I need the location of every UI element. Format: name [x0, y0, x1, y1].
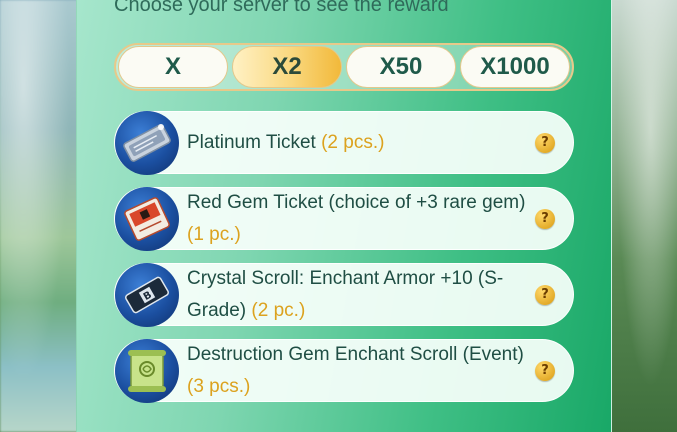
- reward-quantity: (2 pcs.): [321, 131, 385, 153]
- reward-name: Platinum Ticket: [187, 131, 316, 153]
- platinum-ticket-icon: [115, 111, 179, 175]
- reward-name: Destruction Gem Enchant Scroll (Event): [187, 343, 524, 365]
- tab-x1000[interactable]: X1000: [460, 46, 570, 88]
- help-icon[interactable]: ?: [535, 132, 555, 153]
- crystal-scroll-icon: B: [115, 263, 179, 327]
- reward-list: Platinum Ticket (2 pcs.) ? Red Gem Ticke…: [114, 111, 574, 415]
- reward-name: Crystal Scroll: Enchant Armor +10 (S-Gra…: [187, 267, 504, 321]
- enchant-scroll-icon: [115, 339, 179, 403]
- reward-item-crystal-scroll: B Crystal Scroll: Enchant Armor +10 (S-G…: [114, 263, 574, 327]
- tab-x2[interactable]: X2: [232, 46, 342, 88]
- reward-item-destruction-scroll: Destruction Gem Enchant Scroll (Event) (…: [114, 339, 574, 403]
- server-subtitle: Choose your server to see the reward: [114, 0, 449, 16]
- reward-quantity: (3 pcs.): [187, 375, 251, 397]
- reward-item-red-gem-ticket: Red Gem Ticket (choice of +3 rare gem) (…: [114, 187, 574, 251]
- server-tabs: X X2 X50 X1000: [114, 43, 574, 91]
- background-landscape-left: [0, 0, 78, 432]
- background-landscape-right: [611, 0, 677, 432]
- reward-quantity: (2 pc.): [251, 299, 306, 321]
- tab-x50[interactable]: X50: [346, 46, 456, 88]
- reward-quantity: (1 pc.): [187, 223, 241, 245]
- help-icon[interactable]: ?: [535, 208, 555, 229]
- help-icon[interactable]: ?: [535, 284, 555, 305]
- reward-name: Red Gem Ticket (choice of +3 rare gem): [187, 191, 526, 213]
- tab-x[interactable]: X: [118, 46, 228, 88]
- help-icon[interactable]: ?: [535, 360, 555, 381]
- reward-item-platinum-ticket: Platinum Ticket (2 pcs.) ?: [114, 111, 574, 175]
- red-gem-ticket-icon: [115, 187, 179, 251]
